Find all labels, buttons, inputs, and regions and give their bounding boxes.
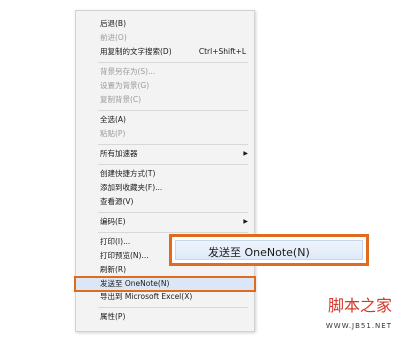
menu-item-label: 创建快捷方式(T) <box>100 169 156 178</box>
menu-item-label: 所有加速器 <box>100 149 138 158</box>
menu-item-label: 复制背景(C) <box>100 95 142 104</box>
menu-item-copy-background[interactable]: 复制背景(C) <box>76 93 254 107</box>
menu-separator <box>98 232 248 233</box>
menu-item-label: 编码(E) <box>100 217 126 226</box>
menu-item-encoding[interactable]: 编码(E) ▶ <box>76 215 254 229</box>
menu-item-label: 用复制的文字搜索(D) <box>100 47 172 56</box>
menu-item-add-favorites[interactable]: 添加到收藏夹(F)... <box>76 181 254 195</box>
menu-item-properties[interactable]: 属性(P) <box>76 310 254 324</box>
menu-item-label: 添加到收藏夹(F)... <box>100 183 163 192</box>
submenu-arrow-icon: ▶ <box>243 150 248 157</box>
menu-item-label: 粘贴(P) <box>100 129 126 138</box>
submenu-arrow-icon: ▶ <box>243 218 248 225</box>
menu-item-view-source[interactable]: 查看源(V) <box>76 195 254 209</box>
menu-separator <box>98 212 248 213</box>
menu-item-label: 查看源(V) <box>100 197 134 206</box>
menu-item-export-excel[interactable]: 导出到 Microsoft Excel(X) <box>76 290 254 304</box>
menu-item-set-background[interactable]: 设置为背景(G) <box>76 79 254 93</box>
menu-item-label: 设置为背景(G) <box>100 81 150 90</box>
menu-item-label: 打印(I)... <box>100 237 131 246</box>
menu-item-select-all[interactable]: 全选(A) <box>76 113 254 127</box>
menu-item-forward[interactable]: 前进(O) <box>76 31 254 45</box>
zoom-callout-face: 发送至 OneNote(N) <box>175 240 363 260</box>
zoom-callout: 发送至 OneNote(N) <box>169 234 369 266</box>
menu-item-label: 刷新(R) <box>100 265 127 274</box>
menu-separator <box>98 307 248 308</box>
menu-item-save-background[interactable]: 背景另存为(S)... <box>76 65 254 79</box>
menu-separator <box>98 62 248 63</box>
menu-item-label: 全选(A) <box>100 115 126 124</box>
menu-item-label: 后退(B) <box>100 19 126 28</box>
menu-item-label: 背景另存为(S)... <box>100 67 156 76</box>
menu-separator <box>98 144 248 145</box>
menu-item-create-shortcut[interactable]: 创建快捷方式(T) <box>76 167 254 181</box>
menu-item-accelerators[interactable]: 所有加速器 ▶ <box>76 147 254 161</box>
watermark-title: 脚本之家 <box>327 296 392 315</box>
menu-item-shortcut: Ctrl+Shift+L <box>198 47 246 56</box>
menu-separator <box>98 164 248 165</box>
menu-item-label: 属性(P) <box>100 312 126 321</box>
menu-separator <box>98 110 248 111</box>
menu-item-label: 打印预览(N)... <box>100 251 149 260</box>
watermark-url: WWW.JB51.NET <box>325 322 392 330</box>
menu-item-back[interactable]: 后退(B) <box>76 17 254 31</box>
menu-item-label: 导出到 Microsoft Excel(X) <box>100 292 193 301</box>
menu-item-label: 前进(O) <box>100 33 127 42</box>
menu-item-search-copied-text[interactable]: 用复制的文字搜索(D) Ctrl+Shift+L <box>76 45 254 59</box>
menu-item-paste[interactable]: 粘贴(P) <box>76 127 254 141</box>
zoom-callout-label: 发送至 OneNote(N) <box>208 246 310 259</box>
